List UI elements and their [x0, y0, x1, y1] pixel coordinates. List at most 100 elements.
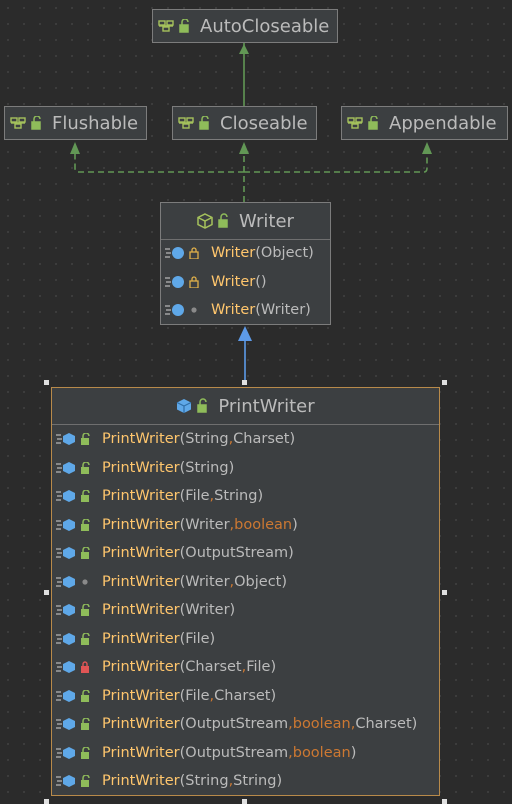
interface-flushable[interactable]: Flushable [4, 106, 147, 140]
package-visibility-icon [78, 576, 92, 588]
constructor-row[interactable]: Writer (Object) [161, 239, 330, 267]
class-header: PrintWriter [52, 388, 439, 425]
constructor-name: PrintWriter [102, 602, 180, 618]
interface-appendable[interactable]: Appendable [341, 106, 508, 140]
class-name: PrintWriter [218, 395, 315, 417]
public-visibility-icon [78, 547, 92, 559]
param-type: OutputStream [185, 716, 289, 732]
class-header: Writer [161, 203, 330, 240]
constructor-row[interactable]: PrintWriter (OutputStream, boolean) [52, 739, 439, 767]
public-visibility-icon [78, 718, 92, 730]
interface-icon [10, 116, 44, 130]
constructor-icon [56, 432, 78, 446]
interface-name: AutoCloseable [200, 15, 330, 37]
class-printwriter[interactable]: PrintWriter PrintWriter (String, Charset… [51, 387, 440, 796]
constructor-row[interactable]: Writer (Writer) [161, 296, 330, 324]
protected-visibility-icon [187, 275, 201, 288]
close-paren: ) [292, 516, 298, 533]
protected-visibility-icon [187, 247, 201, 259]
param-type: String [214, 488, 258, 504]
constructor-row[interactable]: PrintWriter (String, Charset) [52, 425, 439, 453]
public-visibility-icon [78, 433, 92, 445]
selection-handle[interactable] [442, 590, 447, 595]
constructor-row[interactable]: PrintWriter (Charset, File) [52, 653, 439, 681]
param-type: String [185, 773, 229, 789]
param-type: File [246, 659, 271, 675]
selection-handle[interactable] [242, 799, 247, 804]
close-paren: ) [209, 630, 216, 647]
public-visibility-icon [78, 689, 92, 702]
constructor-row[interactable]: PrintWriter (OutputStream) [52, 539, 439, 567]
constructor-row[interactable]: PrintWriter (Writer, boolean) [52, 511, 439, 539]
constructor-row[interactable]: PrintWriter (File, String) [52, 482, 439, 510]
constructor-icon [56, 489, 78, 503]
abstract-class-icon [197, 213, 231, 229]
constructor-name: PrintWriter [102, 716, 180, 732]
param-type: File [185, 630, 210, 647]
constructor-row[interactable]: Writer () [161, 268, 330, 296]
selection-handle[interactable] [44, 590, 49, 595]
public-visibility-icon [78, 490, 92, 502]
param-type: OutputStream [185, 744, 289, 761]
param-type: Charset [185, 659, 242, 675]
constructor-icon [56, 461, 78, 475]
class-writer[interactable]: Writer Writer (Object) Writer () Writer (W… [160, 202, 331, 325]
interface-autocloseable[interactable]: AutoCloseable [152, 9, 338, 43]
close-paren: ) [350, 744, 357, 761]
constructor-row[interactable]: PrintWriter (OutputStream, boolean, Char… [52, 710, 439, 738]
close-paren: ) [229, 602, 236, 618]
private-visibility-icon [78, 661, 92, 673]
constructor-name: PrintWriter [102, 573, 180, 590]
constructor-icon [165, 275, 187, 289]
package-visibility-icon [187, 304, 201, 316]
close-paren: ) [411, 716, 418, 732]
public-visibility-icon [78, 604, 92, 616]
constructor-row[interactable]: PrintWriter (File, Charset) [52, 682, 439, 710]
constructor-name: PrintWriter [102, 773, 180, 789]
selection-handle[interactable] [44, 380, 49, 385]
param-type: Writer [185, 602, 230, 618]
selection-handle[interactable] [442, 799, 447, 804]
param-type: Charset [355, 716, 412, 732]
constructor-icon [56, 603, 78, 617]
constructor-row[interactable]: PrintWriter (Writer, Object) [52, 568, 439, 596]
param-type: Writer [185, 516, 230, 533]
param-type: File [185, 687, 210, 704]
constructor-name: PrintWriter [102, 459, 180, 476]
constructor-row[interactable]: PrintWriter (File) [52, 625, 439, 653]
close-paren: ) [228, 459, 235, 476]
constructor-name: PrintWriter [102, 744, 180, 761]
close-paren: ) [289, 431, 296, 447]
param-type: boolean [234, 516, 293, 533]
param-type: String [233, 773, 277, 789]
close-paren: ) [257, 488, 264, 504]
close-paren: ) [260, 273, 267, 290]
param-type: boolean [292, 744, 351, 761]
public-visibility-icon [78, 632, 92, 645]
interface-name: Appendable [389, 112, 497, 134]
close-paren: ) [270, 687, 277, 704]
constructor-icon [56, 632, 78, 646]
constructor-row[interactable]: PrintWriter (String, String) [52, 767, 439, 795]
param-type: Writer [185, 573, 230, 590]
class-icon [176, 398, 210, 414]
constructor-name: PrintWriter [102, 545, 180, 561]
constructor-icon [56, 774, 78, 788]
param-type: Charset [214, 687, 271, 704]
param-type: Object [234, 573, 282, 590]
interface-closeable[interactable]: Closeable [172, 106, 317, 140]
class-name: Writer [239, 210, 294, 232]
selection-handle[interactable] [44, 799, 49, 804]
constructor-row[interactable]: PrintWriter (String) [52, 454, 439, 482]
selection-handle[interactable] [242, 380, 247, 385]
selection-handle[interactable] [442, 380, 447, 385]
close-paren: ) [305, 302, 311, 318]
constructor-icon [56, 575, 78, 589]
param-type: boolean [292, 716, 351, 732]
constructor-icon [56, 518, 78, 532]
param-type: String [185, 459, 229, 476]
constructor-row[interactable]: PrintWriter (Writer) [52, 596, 439, 624]
public-visibility-icon [78, 746, 92, 759]
constructor-icon [56, 689, 78, 703]
constructor-name: PrintWriter [102, 687, 180, 704]
